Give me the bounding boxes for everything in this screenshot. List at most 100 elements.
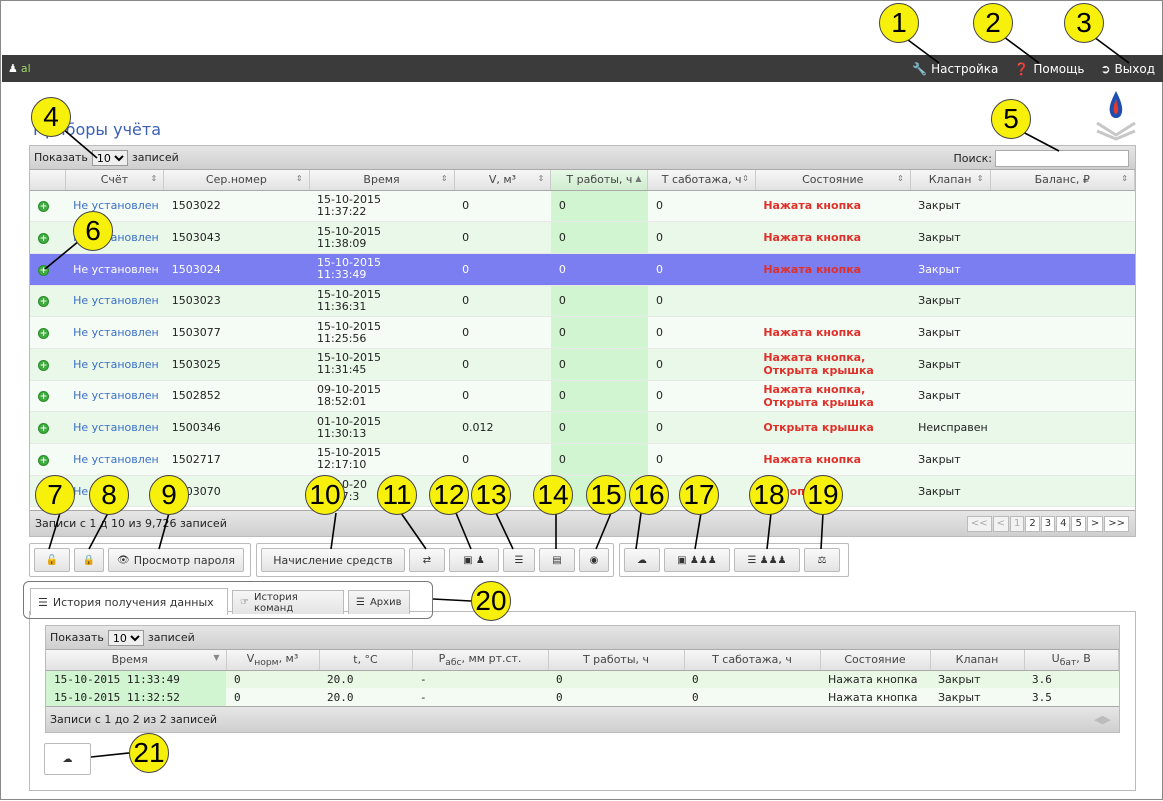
account-cell[interactable]: Не установлен: [65, 285, 164, 318]
history-col-worktime[interactable]: T работы, ч: [548, 650, 685, 671]
history-pager-arrows-icon[interactable]: ◀▶: [1094, 713, 1111, 726]
history-col-valve[interactable]: Клапан: [930, 650, 1025, 671]
col-header[interactable]: T работы, ч ▲: [550, 170, 649, 191]
page-link[interactable]: 3: [1040, 516, 1056, 532]
tab-commands[interactable]: ☞ История команд: [232, 590, 344, 614]
page-link[interactable]: 1: [1009, 516, 1025, 532]
history-row[interactable]: 15-10-2015 11:33:49 0 20.0-0 0 Нажата кнопка…: [46, 670, 1119, 688]
history-col-battery[interactable]: Uбат, В: [1024, 650, 1119, 671]
expand-cell[interactable]: +: [30, 253, 66, 286]
current-user[interactable]: ♟ al: [8, 62, 31, 75]
expand-cell[interactable]: +: [30, 221, 66, 254]
table-row[interactable]: + Не установлен 1502852 09-10-2015 18:52:01 0…: [30, 380, 1135, 413]
col-header[interactable]: Состояние ⇕: [755, 170, 911, 191]
page-link[interactable]: >: [1086, 516, 1104, 532]
table-row[interactable]: + Не установлен 1503022 15-10-2015 11:37:22 0…: [30, 190, 1135, 223]
account-cell[interactable]: Не установлен: [65, 443, 164, 476]
tab-archive[interactable]: ☰ Архив: [348, 590, 410, 614]
callout-11: 11: [377, 475, 417, 515]
history-col-sabotage[interactable]: T саботажа, ч: [684, 650, 821, 671]
account-cell[interactable]: Не установлен: [65, 380, 164, 413]
callout-5: 5: [991, 99, 1031, 139]
account-cell[interactable]: Не установлен: [65, 411, 164, 444]
callout-17: 17: [679, 475, 719, 515]
plus-circle-icon[interactable]: +: [38, 233, 49, 245]
table-row[interactable]: + Не установлен 1502717 15-10-2015 12:17:10 0…: [30, 443, 1135, 476]
balance-button[interactable]: ⚖: [804, 548, 840, 572]
account-cell[interactable]: Не установлен: [65, 348, 164, 381]
account-cell[interactable]: Не установлен: [65, 316, 164, 349]
page-link[interactable]: 2: [1025, 516, 1040, 532]
table-row[interactable]: +Не150307015-10-2010:07:33а кнопкаЗакрыт: [30, 475, 1135, 508]
user-payment-button[interactable]: ▣ ♟: [449, 548, 499, 572]
volume-cell: 0: [454, 253, 551, 286]
history-col-pressure[interactable]: Pабс, мм рт.ст.: [412, 650, 549, 671]
expand-cell[interactable]: +: [30, 380, 66, 413]
lock-button[interactable]: 🔒: [74, 548, 104, 572]
table-row[interactable]: + Не установлен 1503023 15-10-2015 11:36:31 0…: [30, 285, 1135, 318]
col-header[interactable]: Время ⇕: [309, 170, 455, 191]
table-row[interactable]: + Не установлен 1500346 01-10-2015 11:30:13 0…: [30, 411, 1135, 444]
history-cloud-button[interactable]: ☁: [44, 743, 91, 775]
history-col-temp[interactable]: t, °C: [319, 650, 413, 671]
history-page-size-select[interactable]: 10: [107, 629, 144, 646]
unlock-button[interactable]: 🔓: [34, 548, 70, 572]
col-header[interactable]: Баланс, ₽ ⇕: [990, 170, 1135, 191]
col-header[interactable]: Клапан ⇕: [910, 170, 991, 191]
col-label: Состояние: [802, 173, 864, 187]
col-header[interactable]: V, м³ ⇕: [454, 170, 552, 191]
help-link[interactable]: ❓ Помощь: [1014, 62, 1084, 76]
group-payment-button[interactable]: ▣ ♟♟♟: [664, 548, 730, 572]
page-size-select[interactable]: 10: [91, 149, 128, 166]
tab-history[interactable]: ☰ История получения данных: [30, 588, 228, 615]
group-database-button[interactable]: ☰ ♟♟♟: [734, 548, 800, 572]
table-row[interactable]: + Не установлен 1503077 15-10-2015 11:25:56 0…: [30, 316, 1135, 349]
account-cell[interactable]: Не установлен: [65, 253, 164, 286]
page-link[interactable]: >>: [1104, 516, 1129, 532]
chart-button[interactable]: ▤: [539, 548, 575, 572]
table-row[interactable]: + Не установлен 1503024 15-10-2015 11:33:49 0…: [30, 253, 1135, 286]
page-link[interactable]: 4: [1056, 516, 1071, 532]
access-toolbar: 🔓 🔒 👁 Просмотр пароля: [29, 543, 251, 577]
plus-circle-icon[interactable]: +: [38, 328, 49, 340]
history-row[interactable]: 15-10-2015 11:32:52 0 20.0-0 0 Нажата кнопка…: [46, 688, 1119, 706]
user-name: al: [20, 62, 31, 75]
plus-circle-icon[interactable]: +: [38, 296, 49, 308]
col-label: T работы, ч: [566, 173, 633, 187]
expand-cell[interactable]: +: [30, 285, 66, 318]
history-col-volume[interactable]: Vнорм, м³: [226, 650, 320, 671]
table-row[interactable]: + Не установлен 1503025 15-10-2015 11:31:45 0…: [30, 348, 1135, 381]
settings-link[interactable]: 🔧 Настройка: [912, 62, 998, 76]
plus-circle-icon[interactable]: +: [38, 391, 49, 403]
plus-circle-icon[interactable]: +: [38, 201, 49, 213]
cloud-upload-button[interactable]: ☁: [624, 548, 660, 572]
plus-circle-icon[interactable]: +: [38, 264, 49, 276]
history-col-time[interactable]: Время ▼: [46, 650, 227, 671]
accrual-button[interactable]: Начисление средств: [261, 548, 405, 572]
plus-circle-icon[interactable]: +: [38, 454, 49, 466]
table-row[interactable]: + Не установлен 1503043 15-10-2015 11:38:09 0…: [30, 221, 1135, 254]
col-header[interactable]: T саботажа, ч ⇕: [647, 170, 756, 191]
page-link[interactable]: <<: [966, 516, 992, 532]
col-header[interactable]: Счёт ⇕: [65, 170, 165, 191]
plus-circle-icon[interactable]: +: [38, 423, 49, 435]
database-button[interactable]: ☰: [503, 548, 535, 572]
expand-cell[interactable]: +: [30, 190, 66, 223]
expand-cell[interactable]: +: [30, 348, 66, 381]
history-worktime-cell: 0: [548, 688, 684, 706]
col-header[interactable]: Сер.номер ⇕: [163, 170, 310, 191]
view-password-button[interactable]: 👁 Просмотр пароля: [108, 548, 244, 572]
search-input[interactable]: [995, 150, 1129, 167]
page-link[interactable]: <: [992, 516, 1009, 532]
expand-cell[interactable]: +: [30, 443, 66, 476]
history-col-state[interactable]: Состояние: [820, 650, 931, 671]
plus-circle-icon[interactable]: +: [38, 359, 49, 371]
location-button[interactable]: ◉: [579, 548, 609, 572]
exit-link[interactable]: ➲ Выход: [1100, 62, 1155, 76]
time-cell: 15-10-2015 11:36:31: [309, 285, 455, 318]
entries-label: записей: [131, 151, 179, 164]
expand-cell[interactable]: +: [30, 316, 66, 349]
transfer-button[interactable]: ⇄: [409, 548, 445, 572]
expand-cell[interactable]: +: [30, 411, 66, 444]
page-link[interactable]: 5: [1071, 516, 1086, 532]
